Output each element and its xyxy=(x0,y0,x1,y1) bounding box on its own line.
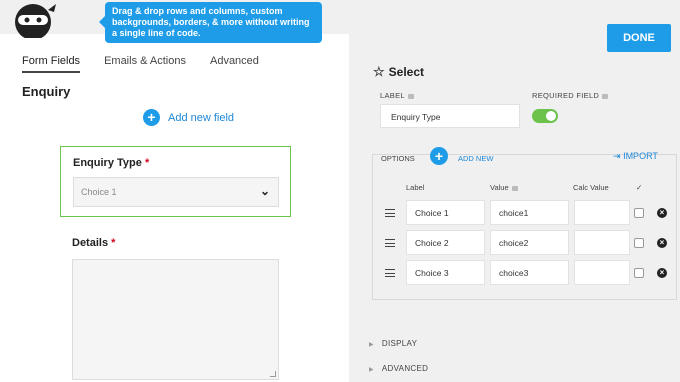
label-caption-text: LABEL xyxy=(380,91,405,100)
option-selected-checkbox[interactable] xyxy=(634,208,644,218)
option-calc-input[interactable] xyxy=(574,200,630,225)
settings-title: ☆ Select xyxy=(373,64,424,80)
advanced-label: ADVANCED xyxy=(381,364,429,373)
required-mark: * xyxy=(111,237,116,249)
advanced-section-toggle[interactable]: ▶ ADVANCED xyxy=(369,364,428,373)
field-settings-panel: DONE ☆ Select LABEL Enquiry Type REQUIRE… xyxy=(349,0,680,382)
settings-title-text: Select xyxy=(388,65,425,79)
col-value-text: Value xyxy=(490,183,509,192)
option-selected-checkbox[interactable] xyxy=(634,268,644,278)
tooltip-text: Drag & drop rows and columns, custom bac… xyxy=(112,6,310,38)
comment-icon xyxy=(407,93,414,99)
import-icon: ⇥ xyxy=(613,151,621,161)
triangle-right-icon: ▶ xyxy=(369,367,374,373)
add-new-option-link[interactable]: ADD NEW xyxy=(458,154,493,163)
done-button[interactable]: DONE xyxy=(607,24,671,52)
star-icon: ☆ xyxy=(373,64,385,79)
option-label-input[interactable]: Choice 3 xyxy=(406,260,485,285)
option-label-input[interactable]: Choice 2 xyxy=(406,230,485,255)
tab-advanced[interactable]: Advanced xyxy=(210,55,259,73)
enquiry-type-label-text: Enquiry Type xyxy=(73,157,142,169)
option-value-input[interactable]: choice1 xyxy=(490,200,569,225)
options-caption: OPTIONS xyxy=(381,154,415,163)
display-section-toggle[interactable]: ▶ DISPLAY xyxy=(369,339,417,348)
ninja-logo-icon xyxy=(15,4,56,38)
required-mark: * xyxy=(144,157,150,169)
col-value: Value xyxy=(490,183,518,192)
required-caption: REQUIRED FIELD xyxy=(532,91,609,100)
details-textarea[interactable] xyxy=(72,259,279,380)
add-option-button[interactable]: + xyxy=(430,147,448,165)
option-label-input[interactable]: Choice 1 xyxy=(406,200,485,225)
tab-form-fields[interactable]: Form Fields xyxy=(22,55,81,73)
select-value: Choice 1 xyxy=(81,187,117,197)
comment-icon xyxy=(511,185,518,191)
form-builder-panel: Drag & drop rows and columns, custom bac… xyxy=(0,0,349,382)
form-title: Enquiry xyxy=(22,84,71,99)
delete-option-icon[interactable]: × xyxy=(657,208,667,218)
details-label: Details * xyxy=(72,237,115,249)
enquiry-type-field[interactable]: Enquiry Type * Choice 1 ⌄ xyxy=(60,146,291,217)
delete-option-icon[interactable]: × xyxy=(657,238,667,248)
required-caption-text: REQUIRED FIELD xyxy=(532,91,600,100)
required-toggle[interactable] xyxy=(532,109,558,123)
details-label-text: Details xyxy=(72,237,109,249)
col-check: ✓ xyxy=(636,183,643,192)
comment-icon xyxy=(602,93,609,99)
triangle-right-icon: ▶ xyxy=(369,342,374,348)
add-new-field-label: Add new field xyxy=(168,111,235,124)
display-label: DISPLAY xyxy=(381,339,418,348)
drag-handle-icon[interactable] xyxy=(385,209,395,217)
drag-handle-icon[interactable] xyxy=(385,239,395,247)
label-caption: LABEL xyxy=(380,91,414,100)
add-new-field-button[interactable]: + Add new field xyxy=(143,109,234,126)
resize-handle-icon[interactable] xyxy=(270,371,276,377)
import-link[interactable]: ⇥ IMPORT xyxy=(613,151,658,162)
col-calc: Calc Value xyxy=(573,183,609,192)
drag-handle-icon[interactable] xyxy=(385,269,395,277)
enquiry-type-label: Enquiry Type * xyxy=(73,157,149,169)
option-value-input[interactable]: choice2 xyxy=(490,230,569,255)
builder-tabs: Form Fields Emails & Actions Advanced xyxy=(22,55,283,73)
delete-option-icon[interactable]: × xyxy=(657,268,667,278)
label-input[interactable]: Enquiry Type xyxy=(380,104,520,128)
import-label: IMPORT xyxy=(623,151,658,161)
plus-icon: + xyxy=(143,109,160,126)
tooltip: Drag & drop rows and columns, custom bac… xyxy=(99,2,322,43)
option-selected-checkbox[interactable] xyxy=(634,238,644,248)
chevron-down-icon: ⌄ xyxy=(259,184,270,198)
option-value-input[interactable]: choice3 xyxy=(490,260,569,285)
tab-emails-actions[interactable]: Emails & Actions xyxy=(104,55,186,73)
option-calc-input[interactable] xyxy=(574,230,630,255)
option-calc-input[interactable] xyxy=(574,260,630,285)
enquiry-type-select[interactable]: Choice 1 ⌄ xyxy=(73,177,279,207)
col-label: Label xyxy=(406,183,425,192)
